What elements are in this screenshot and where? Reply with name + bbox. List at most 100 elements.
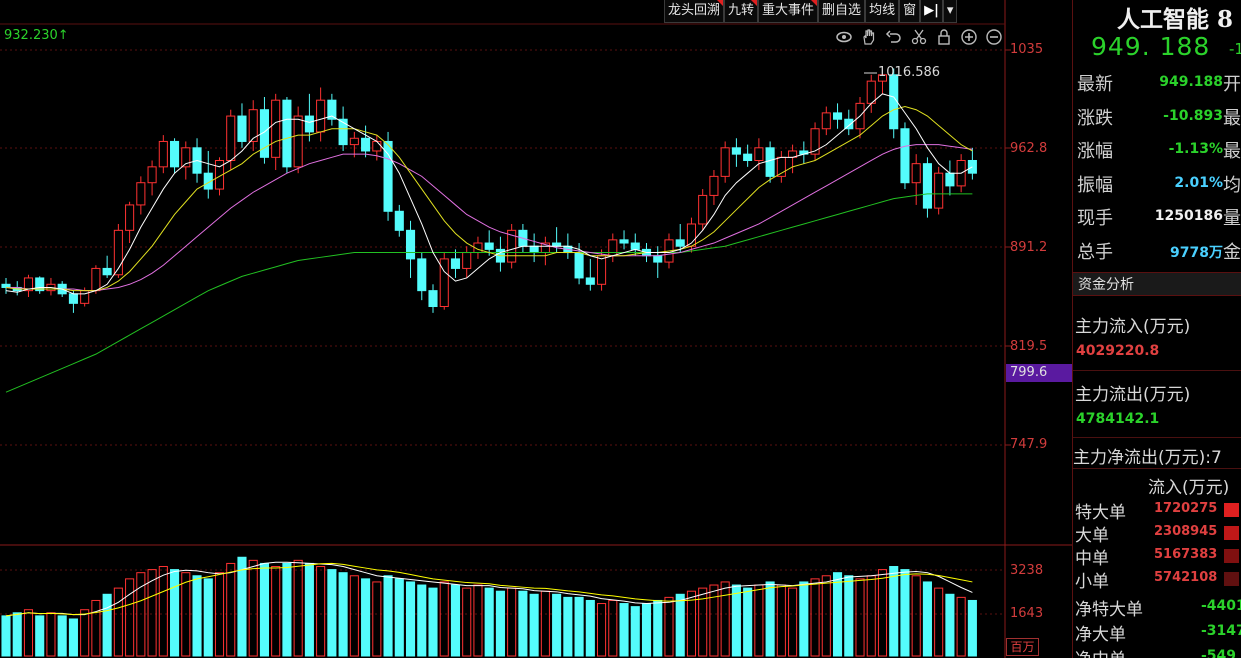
candle [462,252,472,269]
quote-row: 涨跌 -10.893 最 [1075,104,1241,134]
volume-bar [450,584,461,657]
net-flow-row: 净特大单 -4401 [1075,595,1241,620]
volume-bar [12,612,22,657]
fund-analysis-header[interactable]: 资金分析 [1073,272,1241,296]
volume-bar [810,578,820,657]
candlestick-chart[interactable] [0,0,1072,658]
quote-key-2: 金 [1223,241,1241,263]
candle [585,277,595,285]
quote-panel: 人工智能 8 949. 188 -1 最新 949.188 开 涨跌 -10.8… [1072,0,1241,658]
candle [698,194,708,225]
candle [765,147,775,177]
volume-bar [349,575,359,657]
net-flow-value: -3147 [1201,623,1241,639]
volume-bar [900,569,910,657]
volume-bar [248,559,258,657]
price-axis-label: 891.2 [1010,240,1048,255]
volume-bar [383,575,393,657]
volume-bar [23,609,34,657]
volume-unit-label: 百万 [1006,638,1039,656]
nine-turn-button[interactable]: 九转 [724,0,759,23]
volume-bar [68,618,78,657]
volume-bar [743,587,753,657]
volume-bar [170,569,180,657]
volume-bar [585,599,595,657]
volume-bar [799,581,809,657]
volume-bar [507,587,517,657]
peak-price-label: 1016.586 [878,65,941,80]
quote-row: 总手 9778万 金 [1075,238,1241,268]
volume-bar [911,575,921,657]
moving-average-button[interactable]: 均线 [865,0,900,23]
undo-icon[interactable] [885,28,903,46]
volume-bar [608,599,618,657]
dragon-backtrack-button[interactable]: 龙头回溯 [664,0,725,23]
quote-key-2: 均 [1223,174,1241,196]
volume-bar [709,584,719,657]
quote-key-2: 量 [1223,208,1241,229]
volume-bar [754,584,764,657]
candle [529,245,539,254]
quote-value: 1250186 [1154,208,1223,224]
quote-key: 振幅 [1077,174,1113,196]
volume-bar [597,603,607,657]
candle [68,293,78,304]
scissors-icon[interactable] [910,28,928,46]
price-axis-label: 747.9 [1010,437,1048,452]
quote-key-2: 最 [1223,141,1241,162]
major-events-button[interactable]: 重大事件 [758,0,819,23]
candle [125,204,135,231]
volume-bar [540,590,550,657]
volume-bar [630,606,640,657]
candle [832,112,843,120]
eye-icon[interactable] [835,28,853,46]
order-tier-row: 小单 5742108 [1075,568,1241,592]
candle [136,182,146,206]
volume-bar [877,569,888,657]
candle [619,239,629,244]
quote-row: 最新 949.188 开 [1075,70,1241,100]
candle [743,153,753,161]
volume-bar [293,559,303,657]
candle [226,115,236,161]
hand-icon[interactable] [860,28,878,46]
price-axis-label: 962.8 [1010,141,1048,156]
candle [417,258,427,292]
price-axis-label: 819.5 [1010,339,1048,354]
volume-bar [462,587,472,657]
zoom-in-icon[interactable] [960,28,978,46]
candle [720,147,730,177]
volume-bar [889,566,899,657]
volume-bar [304,562,314,657]
tier-label: 特大单 [1075,503,1126,523]
zoom-out-icon[interactable] [985,28,1003,46]
remove-watchlist-button[interactable]: 删自选 [818,0,866,23]
chart-tool-icons [835,28,1003,46]
candle [675,239,685,247]
volume-bar [574,596,584,657]
volume-bar [720,581,730,657]
candle [731,147,741,155]
candle [810,128,820,155]
play-icon[interactable]: ▶| [920,0,943,23]
candle [338,118,348,146]
window-button[interactable]: 窗 [899,0,921,23]
volume-bar [113,587,123,657]
volume-bar [91,599,101,657]
tier-label: 大单 [1075,526,1109,546]
candle [361,137,371,152]
tier-value: 2308945 [1154,524,1218,539]
net-flow-row: 净大单 -3147 [1075,620,1241,645]
main-outflow-value: 4784142.1 [1076,411,1160,427]
volume-bar [518,590,528,657]
quote-key: 涨幅 [1077,141,1113,162]
volume-axis-label: 1643 [1010,606,1044,621]
net-flow-value: -4401 [1201,598,1241,614]
volume-bar [495,590,505,657]
volume-axis-label: 3238 [1010,563,1044,578]
lock-icon[interactable] [935,28,953,46]
tier-label: 小单 [1075,572,1109,592]
volume-bar [788,587,798,657]
chevron-down-icon[interactable]: ▾ [942,0,958,23]
volume-bar [765,581,775,657]
